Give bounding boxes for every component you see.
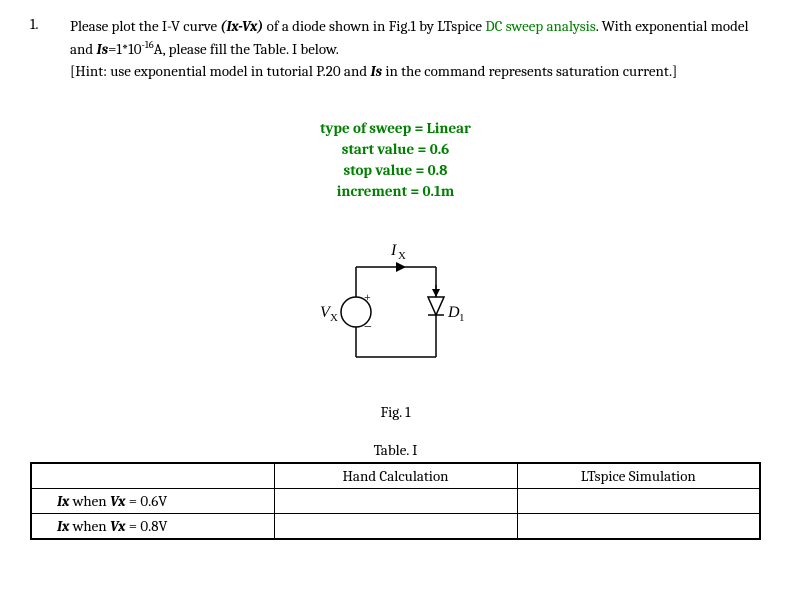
sweep-parameters: type of sweep = Linear start value = 0.6…	[30, 118, 761, 202]
question-number: 1.	[30, 15, 55, 83]
figure-container: + − I X V X D 1 Fig. 1	[30, 237, 761, 421]
cell-hand-2	[274, 513, 517, 539]
sweep-line: start value = 0.6	[30, 139, 761, 160]
hint-text: in the command represents saturation cur…	[382, 62, 677, 80]
ix-label: I	[390, 242, 397, 259]
row-header-2: Ix when Vx = 0.8V	[31, 513, 274, 539]
sweep-line: type of sweep = Linear	[30, 118, 761, 139]
question-container: 1. Please plot the I-V curve (Ix-Vx) of …	[30, 15, 761, 83]
is-label: Is	[97, 40, 109, 58]
text-part: of a diode shown in Fig.1 by LTspice	[263, 17, 485, 35]
data-table: Hand Calculation LTspice Simulation Ix w…	[30, 462, 761, 540]
vx-bold: Vx	[110, 517, 125, 535]
exponent: -16	[141, 39, 153, 51]
col-header-ltspice: LTspice Simulation	[517, 463, 760, 489]
table-row: Ix when Vx = 0.8V	[31, 513, 760, 539]
hint-text: [Hint: use exponential model in tutorial…	[70, 62, 370, 80]
vx-bold: Vx	[110, 492, 125, 510]
vx-sub: X	[330, 312, 338, 324]
hint-is: Is	[370, 62, 382, 80]
col-header-hand: Hand Calculation	[274, 463, 517, 489]
sweep-line: increment = 0.1m	[30, 181, 761, 202]
question-content: Please plot the I-V curve (Ix-Vx) of a d…	[70, 15, 761, 83]
ix-sub: X	[398, 250, 406, 262]
row-text: = 0.8V	[125, 517, 167, 535]
ix-vx-label: (Ix-Vx)	[220, 17, 263, 35]
empty-header	[31, 463, 274, 489]
text-part: =1*10	[108, 40, 141, 58]
text-part: A, please fill the Table. I below.	[154, 40, 339, 58]
d1-sub: 1	[459, 312, 465, 324]
ix-bold: Ix	[57, 492, 69, 510]
table-header-row: Hand Calculation LTspice Simulation	[31, 463, 760, 489]
ix-bold: Ix	[57, 517, 69, 535]
cell-ltspice-2	[517, 513, 760, 539]
text-part: Please plot the I-V curve	[70, 17, 220, 35]
question-text: Please plot the I-V curve (Ix-Vx) of a d…	[70, 15, 761, 83]
cell-ltspice-1	[517, 488, 760, 513]
cell-hand-1	[274, 488, 517, 513]
row-text: when	[69, 517, 110, 535]
plus-sign: +	[364, 290, 371, 304]
figure-label: Fig. 1	[30, 403, 761, 421]
row-text: = 0.6V	[125, 492, 167, 510]
row-text: when	[69, 492, 110, 510]
table-label: Table. I	[30, 441, 761, 459]
dc-sweep-text: DC sweep analysis	[485, 17, 595, 35]
circuit-diagram: + − I X V X D 1	[306, 237, 486, 387]
minus-sign: −	[364, 320, 372, 335]
row-header-1: Ix when Vx = 0.6V	[31, 488, 274, 513]
sweep-line: stop value = 0.8	[30, 160, 761, 181]
table-row: Ix when Vx = 0.6V	[31, 488, 760, 513]
